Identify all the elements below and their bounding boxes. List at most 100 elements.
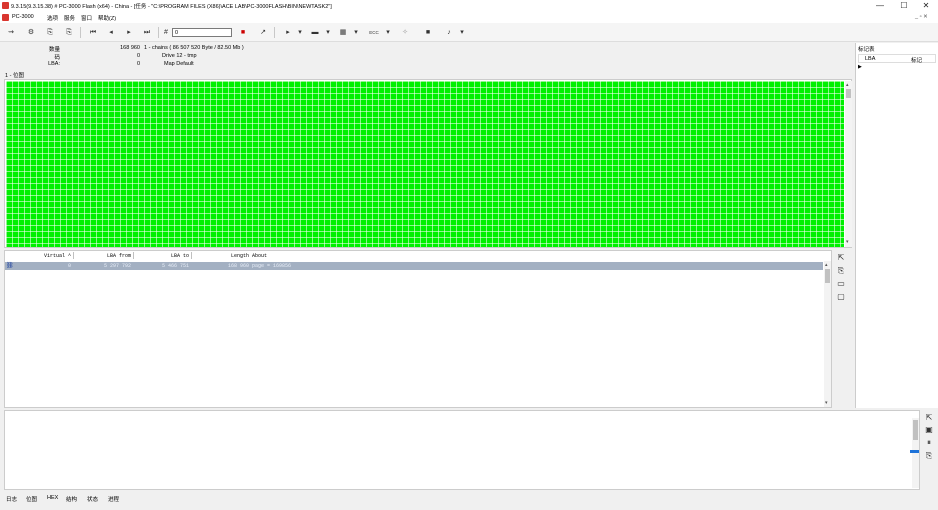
stop-icon[interactable]: ■ bbox=[422, 26, 434, 39]
info-label-lba: LBA: bbox=[48, 61, 60, 67]
scroll-up-icon[interactable]: ▴ bbox=[846, 82, 849, 88]
prev-icon[interactable]: ◂ bbox=[104, 26, 118, 39]
col-virtual[interactable]: Virtual ^ bbox=[35, 253, 71, 259]
monitor-dropdown-icon[interactable]: ▾ bbox=[324, 26, 332, 39]
cell-lba-from: 5 297 792 bbox=[103, 263, 131, 269]
chains-scroll-thumb[interactable] bbox=[825, 269, 830, 283]
chain-menu-icon[interactable]: ▭ bbox=[833, 278, 849, 290]
analyze-dropdown-icon[interactable]: ▾ bbox=[458, 26, 466, 39]
log-scrollbar[interactable] bbox=[910, 418, 919, 488]
col-length[interactable]: Length bbox=[213, 253, 249, 259]
map-label: 1 - 位图 bbox=[5, 73, 24, 79]
chains-tools: ⇱ ⎘ ▭ ▢ bbox=[833, 250, 853, 408]
last-icon[interactable]: ⏭ bbox=[140, 26, 154, 39]
toolbar: ⇝ ⚙ ⎘ ⎘ ⏮ ◂ ▸ ⏭ # ■ ↗ ▸ ▾ ▬ ▾ ▦ ▾ ECC ▾ … bbox=[0, 23, 938, 42]
ecc-button[interactable]: ECC bbox=[366, 26, 382, 39]
go-icon[interactable]: ■ bbox=[236, 26, 250, 39]
col-about[interactable]: About bbox=[252, 253, 267, 259]
tab-hex[interactable]: HEX bbox=[47, 495, 58, 501]
menu-bar: PC-3000 选项 服务 窗口 帮助(Z) _ ▫ ✕ bbox=[0, 12, 938, 23]
cell-lba-to: 5 466 751 bbox=[161, 263, 189, 269]
hash-icon[interactable]: # bbox=[160, 26, 172, 39]
table-row[interactable]: ⛓ 0 5 297 792 5 466 751 168 960 page = 1… bbox=[5, 262, 823, 270]
tools-icon[interactable]: ✧ bbox=[398, 26, 412, 39]
window-title: 9.3.15(9.3.15.38) # PC-3000 Flash (x64) … bbox=[11, 4, 332, 10]
bitmap-grid[interactable] bbox=[6, 81, 844, 247]
menu-service[interactable]: 服务 bbox=[64, 14, 75, 22]
bitmap-scroll-thumb[interactable] bbox=[846, 89, 851, 98]
markers-col-lba[interactable]: LBA bbox=[865, 56, 875, 62]
info-panel: 数量 码 LBA: 168 960 0 0 1 - chains ( 86 50… bbox=[0, 43, 855, 79]
tab-log[interactable]: 日志 bbox=[6, 495, 17, 503]
export-icon[interactable]: ↗ bbox=[256, 26, 270, 39]
info-value-count: 168 960 bbox=[120, 45, 140, 51]
markers-header: LBA 标记 bbox=[858, 54, 936, 64]
new-chain-icon[interactable]: ▢ bbox=[833, 291, 849, 303]
first-icon[interactable]: ⏮ bbox=[86, 26, 100, 39]
monitor-icon[interactable]: ▬ bbox=[307, 26, 323, 39]
menu-window[interactable]: 窗口 bbox=[81, 14, 92, 22]
scroll-down-icon[interactable]: ▾ bbox=[846, 239, 849, 245]
chains-scrollbar[interactable]: ▴ ▾ bbox=[824, 261, 831, 407]
tab-bitmap[interactable]: 位图 bbox=[26, 495, 37, 503]
chip-icon[interactable]: ⚙ bbox=[24, 26, 38, 39]
cell-virtual: 0 bbox=[67, 263, 71, 269]
markers-title: 标记表 bbox=[858, 47, 875, 53]
tab-status[interactable]: 状态 bbox=[87, 495, 98, 503]
chains-table: Virtual ^ LBA from LBA to Length About ⛓… bbox=[4, 250, 832, 408]
app-icon bbox=[2, 2, 9, 9]
tab-process[interactable]: 进程 bbox=[108, 495, 119, 503]
open-task-icon[interactable]: ⎘ bbox=[43, 26, 57, 39]
title-bar: 9.3.15(9.3.15.38) # PC-3000 Flash (x64) … bbox=[0, 0, 938, 12]
info-value-code: 0 bbox=[136, 53, 140, 59]
cell-length: 168 960 bbox=[227, 263, 249, 269]
analyze-icon[interactable]: ♪ bbox=[442, 26, 456, 39]
maximize-button[interactable]: ☐ bbox=[894, 1, 914, 11]
info-chains: 1 - chains ( 86 507 520 Byte / 82.50 Mb … bbox=[144, 45, 244, 51]
log-panel[interactable] bbox=[4, 410, 920, 490]
markers-col-mark[interactable]: 标记 bbox=[911, 56, 922, 64]
col-lba-to[interactable]: LBA to bbox=[153, 253, 189, 259]
connect-icon[interactable]: ⇝ bbox=[4, 26, 18, 39]
bitmap-scrollbar[interactable]: ▴ ▾ bbox=[845, 81, 852, 247]
info-map: Map Default bbox=[164, 61, 194, 67]
play-icon[interactable]: ▸ bbox=[282, 26, 294, 39]
tab-structure[interactable]: 结构 bbox=[66, 495, 77, 503]
log-export-icon[interactable]: ⇱ bbox=[922, 412, 936, 424]
log-save-icon[interactable]: ▣ bbox=[922, 424, 936, 436]
log-progress-bar bbox=[910, 450, 919, 453]
markers-row-pointer-icon: ▶ bbox=[858, 64, 862, 70]
bottom-tabs: 日志 位图 HEX 结构 状态 进程 bbox=[0, 492, 938, 510]
mdi-app-icon[interactable] bbox=[2, 14, 9, 21]
chain-icon: ⛓ bbox=[6, 263, 14, 269]
load-chain-icon[interactable]: ⎘ bbox=[833, 265, 849, 277]
info-value-lba: 0 bbox=[136, 61, 140, 67]
export-chain-icon[interactable]: ⇱ bbox=[833, 252, 849, 264]
next-icon[interactable]: ▸ bbox=[122, 26, 136, 39]
info-label-count: 数量 bbox=[48, 47, 60, 53]
save-task-icon[interactable]: ⎘ bbox=[62, 26, 76, 39]
menu-help[interactable]: 帮助(Z) bbox=[98, 14, 116, 22]
play-dropdown-icon[interactable]: ▾ bbox=[296, 26, 304, 39]
col-lba-from[interactable]: LBA from bbox=[91, 253, 131, 259]
menu-options[interactable]: 选项 bbox=[47, 14, 58, 22]
mdi-child-controls[interactable]: _ ▫ ✕ bbox=[915, 14, 928, 20]
minimize-button[interactable]: — bbox=[870, 1, 890, 11]
chains-scroll-down-icon[interactable]: ▾ bbox=[825, 400, 828, 406]
log-tools: ⇱ ▣ ⏸ ⎘ bbox=[922, 410, 938, 490]
log-scroll-thumb[interactable] bbox=[913, 420, 918, 440]
grid-dropdown-icon[interactable]: ▾ bbox=[352, 26, 360, 39]
close-button[interactable]: ✕ bbox=[916, 1, 936, 11]
cell-about: page = 169856 bbox=[252, 263, 292, 269]
log-pause-icon[interactable]: ⏸ bbox=[922, 437, 936, 449]
log-open-icon[interactable]: ⎘ bbox=[922, 450, 936, 462]
menu-pc3000[interactable]: PC-3000 bbox=[12, 14, 34, 20]
chains-scroll-up-icon[interactable]: ▴ bbox=[825, 262, 828, 268]
bitmap-panel: ▴ ▾ bbox=[4, 79, 852, 248]
ecc-dropdown-icon[interactable]: ▾ bbox=[384, 26, 392, 39]
info-label-code: 码 bbox=[54, 55, 60, 61]
markers-panel: 标记表 LBA 标记 ▶ bbox=[855, 43, 938, 408]
info-drive: Drive 12 - tmp bbox=[162, 53, 197, 59]
grid-icon[interactable]: ▦ bbox=[336, 26, 350, 39]
counter-input[interactable] bbox=[172, 28, 232, 37]
